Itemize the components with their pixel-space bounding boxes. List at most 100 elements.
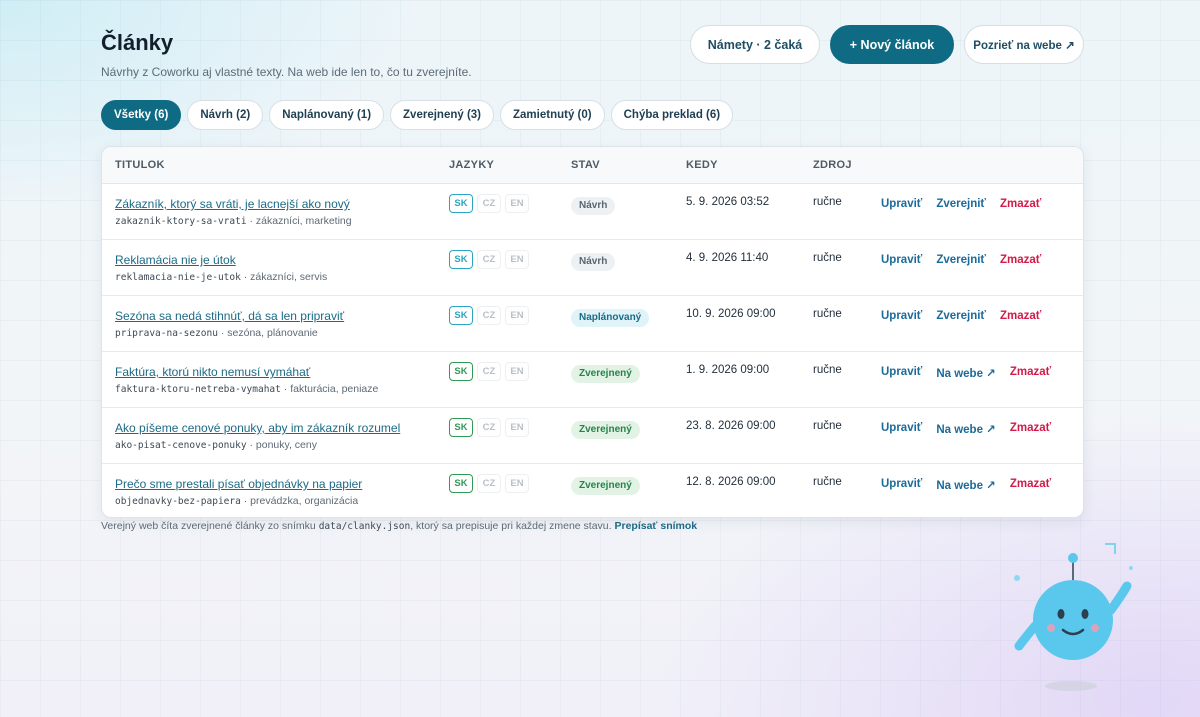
article-slug: zakaznik-ktory-sa-vrati [115, 216, 247, 227]
delete-action[interactable]: Zmazať [1000, 310, 1041, 322]
article-source: ručne [813, 308, 842, 320]
delete-action[interactable]: Zmazať [1010, 366, 1051, 380]
language-badge-cz[interactable]: CZ [477, 362, 501, 381]
article-cell: Faktúra, ktorú nikto nemusí vymáhať fakt… [115, 365, 378, 395]
filter-chip-published[interactable]: Zverejnený (3) [390, 100, 495, 130]
delete-action[interactable]: Zmazať [1000, 254, 1041, 266]
table-header: TITULOK JAZYKY STAV KEDY ZDROJ [102, 147, 1083, 184]
filter-chip-draft[interactable]: Návrh (2) [187, 100, 264, 130]
robot-mascot-icon [1014, 543, 1133, 691]
column-header-source[interactable]: ZDROJ [813, 159, 852, 171]
article-tags: · sezóna, plánovanie [217, 327, 318, 339]
delete-action[interactable]: Zmazať [1000, 198, 1041, 210]
language-badges: SK CZ EN [449, 362, 529, 381]
row-actions: Upraviť Zverejniť Zmazať [881, 198, 1041, 210]
view-on-web-action[interactable]: Na webe ↗ [936, 478, 996, 492]
new-article-button[interactable]: + Nový článok [830, 25, 954, 64]
article-cell: Zákazník, ktorý sa vráti, je lacnejší ak… [115, 197, 352, 227]
column-header-languages[interactable]: JAZYKY [449, 159, 494, 171]
table-row: Faktúra, ktorú nikto nemusí vymáhať fakt… [102, 352, 1083, 408]
status-cell: Návrh [571, 195, 616, 215]
article-title-link[interactable]: Reklamácia nie je útok [115, 253, 327, 267]
publish-action[interactable]: Zverejniť [936, 254, 986, 266]
language-badge-sk[interactable]: SK [449, 194, 473, 213]
language-badges: SK CZ EN [449, 250, 529, 269]
footnote-text-after: , ktorý sa prepisuje pri každej zmene st… [410, 520, 615, 532]
article-meta: priprava-na-sezonu · sezóna, plánovanie [115, 327, 344, 339]
language-badge-en[interactable]: EN [505, 250, 529, 269]
article-slug: objednavky-bez-papiera [115, 496, 241, 507]
article-source: ručne [813, 420, 842, 432]
delete-action[interactable]: Zmazať [1010, 422, 1051, 436]
language-badge-sk[interactable]: SK [449, 250, 473, 269]
language-badges: SK CZ EN [449, 474, 529, 493]
article-meta: faktura-ktoru-netreba-vymahat · fakturác… [115, 383, 378, 395]
view-on-web-action[interactable]: Na webe ↗ [936, 366, 996, 380]
language-badge-cz[interactable]: CZ [477, 194, 501, 213]
language-badge-sk[interactable]: SK [449, 362, 473, 381]
article-title-link[interactable]: Faktúra, ktorú nikto nemusí vymáhať [115, 365, 378, 379]
snapshot-footnote: Verejný web číta zverejnené články zo sn… [101, 520, 697, 532]
view-on-web-button[interactable]: Pozrieť na webe ↗ [964, 25, 1084, 64]
filter-chip-rejected[interactable]: Zamietnutý (0) [500, 100, 605, 130]
article-cell: Prečo sme prestali písať objednávky na p… [115, 477, 362, 507]
article-date: 23. 8. 2026 09:00 [686, 420, 776, 432]
view-on-web-action[interactable]: Na webe ↗ [936, 422, 996, 436]
column-header-title[interactable]: TITULOK [115, 159, 165, 171]
article-slug: priprava-na-sezonu [115, 328, 218, 339]
article-tags: · ponuky, ceny [246, 439, 317, 451]
article-date: 10. 9. 2026 09:00 [686, 308, 776, 320]
filter-chip-all[interactable]: Všetky (6) [101, 100, 182, 130]
language-badge-cz[interactable]: CZ [477, 474, 501, 493]
status-badge: Návrh [571, 252, 616, 271]
column-header-status[interactable]: STAV [571, 159, 600, 171]
article-tags: · zákazníci, marketing [246, 215, 352, 227]
language-badge-cz[interactable]: CZ [477, 250, 501, 269]
language-badge-sk[interactable]: SK [449, 306, 473, 325]
article-title-link[interactable]: Ako píšeme cenové ponuky, aby im zákazní… [115, 421, 400, 435]
language-badge-cz[interactable]: CZ [477, 418, 501, 437]
status-cell: Zverejnený [571, 419, 640, 439]
article-tags: · prevádzka, organizácia [240, 495, 359, 507]
edit-action[interactable]: Upraviť [881, 478, 922, 492]
language-badge-en[interactable]: EN [505, 362, 529, 381]
ideas-button[interactable]: Námety · 2 čaká [690, 25, 820, 64]
table-row: Prečo sme prestali písať objednávky na p… [102, 464, 1083, 517]
language-badge-en[interactable]: EN [505, 474, 529, 493]
edit-action[interactable]: Upraviť [881, 310, 922, 322]
article-tags: · zákazníci, servis [240, 271, 328, 283]
publish-action[interactable]: Zverejniť [936, 310, 986, 322]
table-row: Reklamácia nie je útok reklamacia-nie-je… [102, 240, 1083, 296]
language-badge-en[interactable]: EN [505, 194, 529, 213]
row-actions: Upraviť Na webe ↗ Zmazať [881, 366, 1051, 380]
rewrite-snapshot-link[interactable]: Prepísať snímok [614, 520, 697, 532]
status-badge: Naplánovaný [571, 308, 650, 327]
edit-action[interactable]: Upraviť [881, 422, 922, 436]
status-filters: Všetky (6) Návrh (2) Naplánovaný (1) Zve… [101, 100, 734, 130]
language-badges: SK CZ EN [449, 418, 529, 437]
language-badge-sk[interactable]: SK [449, 418, 473, 437]
article-cell: Ako píšeme cenové ponuky, aby im zákazní… [115, 421, 400, 451]
filter-chip-scheduled[interactable]: Naplánovaný (1) [269, 100, 385, 130]
page-subtitle: Návrhy z Coworku aj vlastné texty. Na we… [101, 65, 472, 79]
language-badge-cz[interactable]: CZ [477, 306, 501, 325]
edit-action[interactable]: Upraviť [881, 366, 922, 380]
language-badge-sk[interactable]: SK [449, 474, 473, 493]
publish-action[interactable]: Zverejniť [936, 198, 986, 210]
language-badge-en[interactable]: EN [505, 306, 529, 325]
delete-action[interactable]: Zmazať [1010, 478, 1051, 492]
column-header-when[interactable]: KEDY [686, 159, 718, 171]
article-slug: ako-pisat-cenove-ponuky [115, 440, 247, 451]
article-tags: · fakturácia, peniaze [280, 383, 379, 395]
header-actions: Námety · 2 čaká + Nový článok Pozrieť na… [690, 25, 1084, 64]
article-title-link[interactable]: Zákazník, ktorý sa vráti, je lacnejší ak… [115, 197, 352, 211]
status-cell: Zverejnený [571, 475, 640, 495]
language-badge-en[interactable]: EN [505, 418, 529, 437]
article-title-link[interactable]: Prečo sme prestali písať objednávky na p… [115, 477, 362, 491]
edit-action[interactable]: Upraviť [881, 254, 922, 266]
edit-action[interactable]: Upraviť [881, 198, 922, 210]
article-slug: faktura-ktoru-netreba-vymahat [115, 384, 281, 395]
filter-chip-missing-translation[interactable]: Chýba preklad (6) [610, 100, 734, 130]
article-title-link[interactable]: Sezóna sa nedá stihnúť, dá sa len pripra… [115, 309, 344, 323]
page-title: Články [101, 30, 174, 55]
